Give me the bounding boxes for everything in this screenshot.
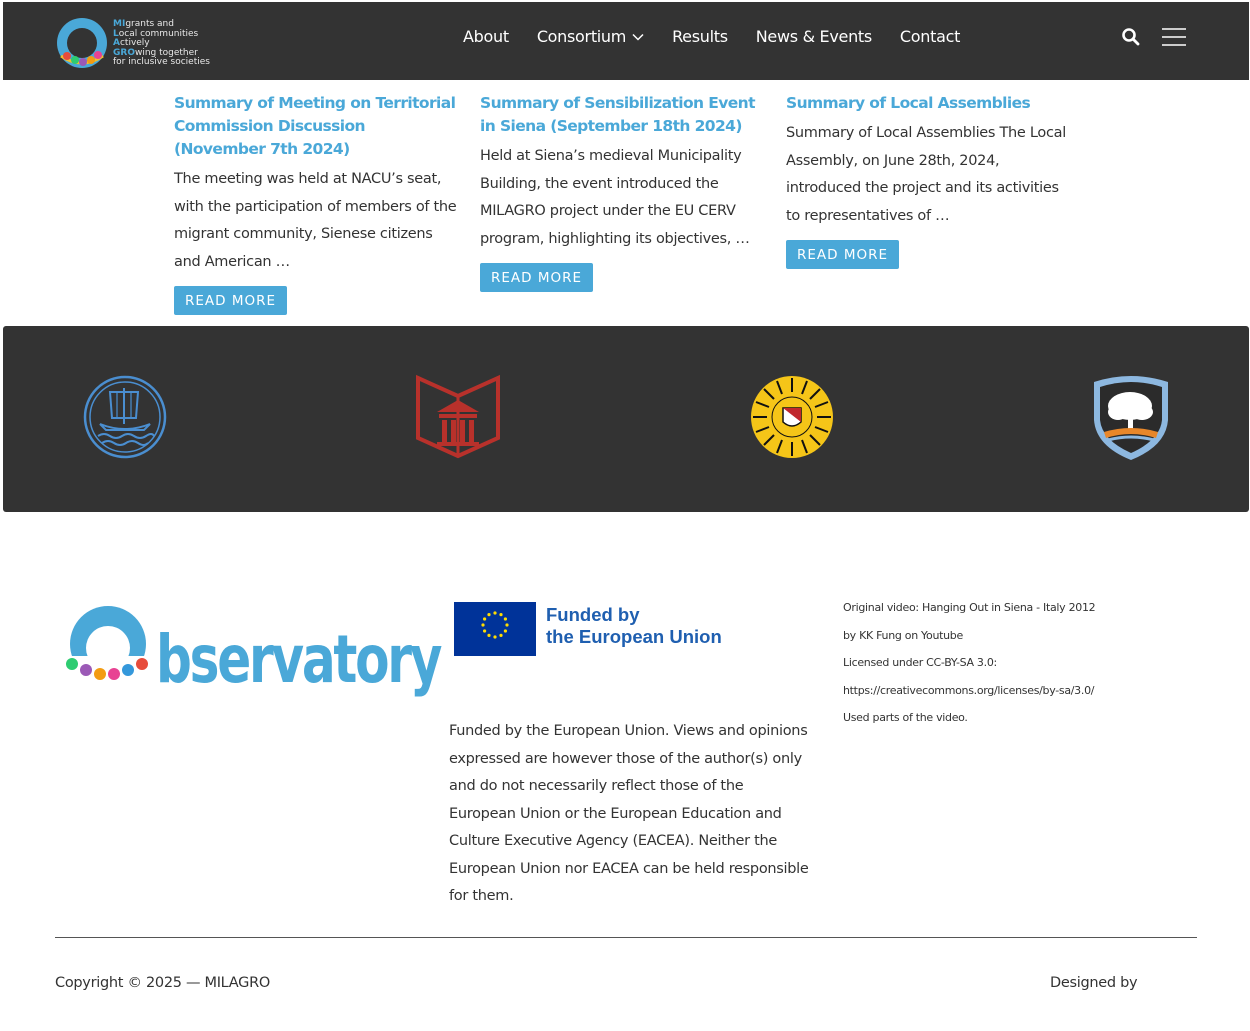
read-more-button[interactable]: READ MORE <box>174 286 288 315</box>
chevron-down-icon <box>632 33 644 41</box>
nav-item-label: News & Events <box>755 27 872 46</box>
credit-line: Used parts of the video. <box>843 711 968 724</box>
credit-link[interactable]: https://creativecommons.org/licenses/by-… <box>843 677 1143 705</box>
milagro-logo-icon <box>57 18 107 68</box>
eu-flag-icon <box>454 602 536 656</box>
credit-line: by KK Fung on Youtube <box>843 628 963 642</box>
logo-tagline-text: grants and <box>125 19 174 29</box>
read-more-button[interactable]: READ MORE <box>786 240 900 269</box>
nav-item-news-events[interactable]: News & Events <box>756 27 872 46</box>
designed-by: Designed by <box>1050 975 1138 991</box>
post-card: Summary of Meeting on Territorial Commis… <box>174 92 459 315</box>
nav-item-contact[interactable]: Contact <box>900 27 960 46</box>
tree-shield-logo[interactable] <box>1086 372 1176 462</box>
nav-item-label: Results <box>672 27 728 46</box>
post-excerpt: The meeting was held at NACU’s seat, wit… <box>174 171 457 270</box>
post-excerpt: Held at Siena’s medieval Municipality Bu… <box>480 148 750 247</box>
nav-item-results[interactable]: Results <box>672 27 728 46</box>
logo-tagline-text: ocal communities <box>118 28 199 39</box>
post-excerpt: Summary of Local Assemblies The Local As… <box>786 125 1066 224</box>
milagro-observatory-emblem <box>60 606 160 694</box>
credit-line: Licensed under CC-BY-SA 3.0: <box>843 656 997 669</box>
eu-union: the European Union <box>546 626 722 647</box>
milagro-observatory-logo: bservatory <box>60 598 442 708</box>
observatory-wordmark: bservatory <box>156 621 442 698</box>
post-card: Summary of Local Assemblies Summary of L… <box>786 92 1071 269</box>
logo-tagline-text: wing together <box>134 47 198 58</box>
partner-logos <box>3 326 1249 512</box>
logo-tagline-highlight: MI <box>113 19 126 29</box>
nav-item-label: Consortium <box>536 27 627 46</box>
main-nav: About Consortium Results News & Events C… <box>463 27 960 46</box>
nav-item-about[interactable]: About <box>463 27 509 46</box>
post-title[interactable]: Summary of Sensibilization Event in Sien… <box>480 92 765 138</box>
video-credits: Original video: Hanging Out in Siena - I… <box>843 594 1143 732</box>
post-title[interactable]: Summary of Meeting on Territorial Commis… <box>174 92 459 161</box>
sun-seal-logo[interactable] <box>747 372 837 462</box>
logo-tagline: MIgrants and Local communities Actively … <box>113 19 210 68</box>
footer-divider <box>55 937 1197 938</box>
nav-item-label: About <box>463 27 509 46</box>
nav-item-consortium[interactable]: Consortium <box>537 27 644 46</box>
milagro-logo[interactable]: MIgrants and Local communities Actively … <box>55 16 225 70</box>
post-card: Summary of Sensibilization Event in Sien… <box>480 92 765 292</box>
nav-item-label: Contact <box>899 27 961 46</box>
eu-funded-by: Funded by <box>546 604 640 625</box>
credit-line: Original video: Hanging Out in Siena - I… <box>843 601 1096 614</box>
red-building-book-logo[interactable] <box>413 372 503 462</box>
site-header: MIgrants and Local communities Actively … <box>3 2 1249 80</box>
eu-funding-label: Funded by the European Union <box>546 604 722 648</box>
copyright: Copyright © 2025 — MILAGRO <box>55 975 270 991</box>
read-more-button[interactable]: READ MORE <box>480 263 594 292</box>
logo-tagline-highlight: GRO <box>113 47 135 58</box>
logo-tagline-text: ctively <box>119 38 150 48</box>
logo-tagline-highlight: A <box>113 38 120 48</box>
logo-tagline-text: for inclusive societies <box>113 57 210 67</box>
post-title[interactable]: Summary of Local Assemblies <box>786 92 1071 115</box>
eu-disclaimer: Funded by the European Union. Views and … <box>449 723 809 904</box>
hamburger-menu-icon[interactable] <box>1161 27 1187 47</box>
ship-emblem-logo[interactable] <box>80 372 170 462</box>
search-icon[interactable] <box>1121 27 1141 47</box>
